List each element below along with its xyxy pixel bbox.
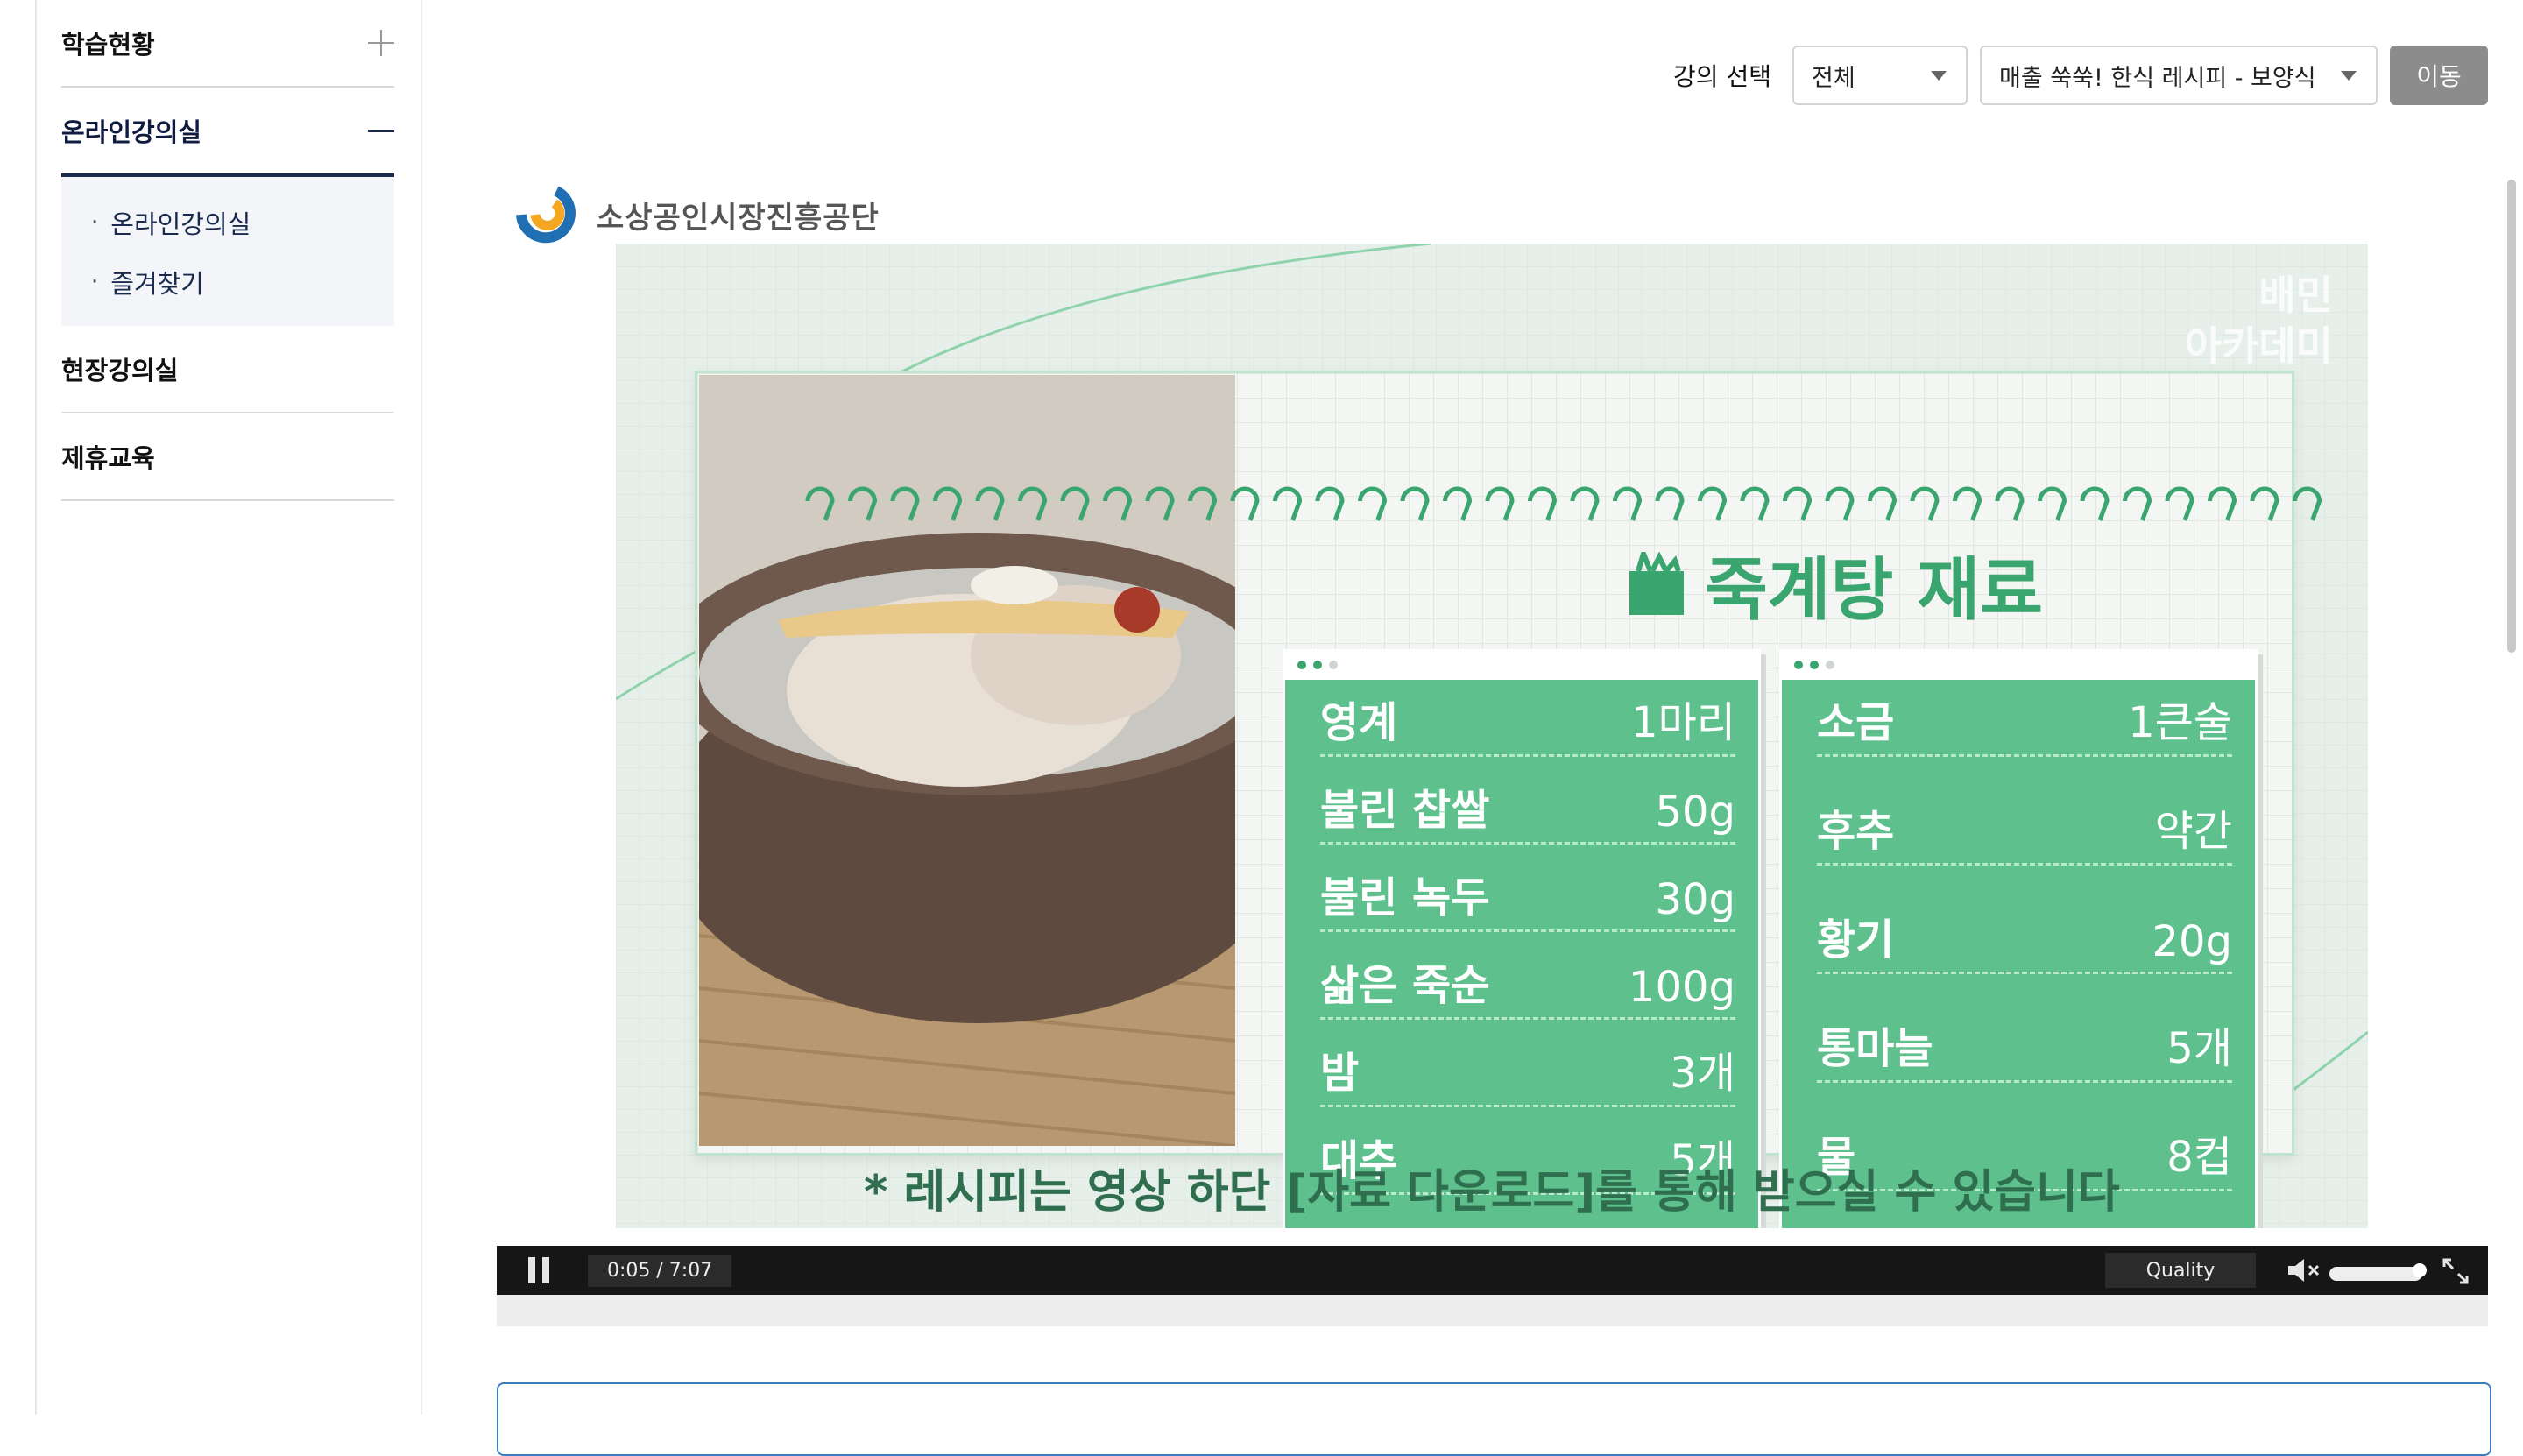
grocery-bag-icon [1629,552,1684,615]
ingredient-row: 소금 1큰술 [1817,678,2232,757]
ingredient-name: 후추 [1817,807,1895,856]
dot-icon [1297,661,1306,669]
ingredient-panel-right: 소금 1큰술 후추 약간 황기 20g 통마늘 5개 물 8컵 [1779,649,2258,1228]
sidebar-submenu: · 온라인강의실 · 즐겨찾기 [61,177,394,326]
sidebar-item-label: 제휴교육 [61,443,155,473]
dot-icon [1794,661,1803,669]
sidebar-item-learning-status[interactable]: 학습현황 [61,0,394,88]
org-logo-icon [516,186,576,244]
panel-header [1285,652,1758,680]
lecture-select-value: 매출 쑥쑥! 한식 레시피 - 보양식 [1999,64,2316,92]
category-select-value: 전체 [1812,64,1855,92]
panel-header [1782,652,2255,680]
plus-icon[interactable] [368,30,394,56]
volume-slider[interactable] [2329,1267,2422,1281]
recipe-title-text: 죽계탕 재료 [1705,551,2043,630]
dot-icon [1810,661,1819,669]
ingredient-name: 삶은 죽순 [1320,961,1490,1010]
chevron-down-icon [2341,71,2357,81]
ingredient-name: 황기 [1817,915,1895,965]
ingredient-name: 불린 찹쌀 [1320,786,1490,835]
ingredient-quantity: 1마리 [1631,698,1735,747]
recipe-title: 죽계탕 재료 [1626,535,2043,633]
chevron-down-icon [1931,71,1947,81]
volume-slider-knob[interactable] [2413,1263,2427,1277]
ingredient-quantity: 5개 [2166,1024,2232,1073]
dot-icon [1826,661,1834,669]
ingredient-quantity: 30g [1655,875,1735,924]
sidebar-item-partner-education[interactable]: 제휴교육 [61,413,394,501]
category-select[interactable]: 전체 [1792,46,1968,105]
ingredient-row: 불린 찹쌀 50g [1320,766,1735,845]
ingredient-quantity: 100g [1628,963,1735,1012]
recipe-card: 죽계탕 재료 영계 1마리불린 찹쌀 50g 불린 녹두 30g 삶은 죽순 100g 밤 3개… [695,371,2322,1228]
ingredient-name: 소금 [1817,698,1895,747]
submenu-item-favorites[interactable]: · 즐겨찾기 [61,252,394,312]
bullet-icon: · [91,269,99,295]
video-player-controls: 0:05 / 7:07 Quality [497,1246,2488,1295]
minus-icon[interactable] [368,117,394,144]
sidebar-item-field-classroom[interactable]: 현장강의실 [61,326,394,413]
org-logo: 소상공인시장진흥공단 [512,186,880,244]
ingredient-name: 통마늘 [1817,1024,1933,1073]
binder-rings [805,486,2322,521]
ingredient-name: 영계 [1320,698,1398,747]
sidebar: 학습현황 온라인강의실 · 온라인강의실 · 즐겨찾기 현장강의실 제휴교육 [61,0,394,501]
quality-button[interactable]: Quality [2105,1253,2256,1288]
ingredient-row: 영계 1마리 [1320,678,1735,757]
ingredient-name: 밤 [1320,1049,1360,1098]
mute-icon[interactable] [2286,1258,2322,1283]
ingredient-panel-left: 영계 1마리 불린 찹쌀 50g 불린 녹두 30g 삶은 죽순 100g 밤 3개 대추 5개 [1283,649,1761,1228]
scrollbar-thumb[interactable] [2507,180,2516,653]
bullet-icon: · [91,209,99,236]
lecture-select-bar: 강의 선택 전체 매출 쑥쑥! 한식 레시피 - 보양식 이동 [1673,44,2488,107]
ingredient-quantity: 약간 [2154,807,2232,856]
sidebar-item-online-classroom[interactable]: 온라인강의실 [61,88,394,177]
video-watermark: 배민 아카데미 [2185,270,2333,371]
progress-area[interactable] [497,1295,2488,1326]
ingredient-quantity: 3개 [1670,1049,1735,1098]
fullscreen-icon[interactable] [2442,1258,2469,1284]
lecture-select[interactable]: 매출 쑥쑥! 한식 레시피 - 보양식 [1980,46,2378,105]
sidebar-item-label: 학습현황 [61,30,155,60]
sidebar-item-label: 온라인강의실 [61,117,202,147]
ingredient-row: 삶은 죽순 100g [1320,941,1735,1020]
submenu-item-online-classroom[interactable]: · 온라인강의실 [61,193,394,252]
ingredient-name: 불린 녹두 [1320,873,1490,922]
org-name: 소상공인시장진흥공단 [597,200,880,236]
pause-icon[interactable] [528,1257,549,1283]
submenu-item-label: 즐겨찾기 [110,269,204,299]
sidebar-divider [420,0,422,1415]
left-edge-line [35,0,37,1415]
ingredient-row: 황기 20g [1817,895,2232,974]
sidebar-item-label: 현장강의실 [61,356,179,385]
lecture-info-box [497,1382,2491,1456]
watermark-line: 배민 [2258,272,2333,319]
video-frame[interactable]: 배민 아카데미 죽계탕 재료 영계 1마리 불린 찹쌀 50g 불린 녹두 30… [616,244,2368,1228]
watermark-line: 아카데미 [2184,322,2333,370]
ingredient-quantity: 50g [1655,788,1735,837]
dot-icon [1313,661,1322,669]
ingredient-quantity: 1큰술 [2128,698,2232,747]
lecture-select-label: 강의 선택 [1673,62,1771,91]
time-display: 0:05 / 7:07 [588,1254,732,1287]
ingredient-row: 밤 3개 [1320,1028,1735,1107]
ingredient-row: 불린 녹두 30g [1320,853,1735,932]
ingredient-row: 후추 약간 [1817,787,2232,866]
submenu-item-label: 온라인강의실 [110,209,251,239]
download-notice: * 레시피는 영상 하단 [자료 다운로드]를 통해 받으실 수 있습니다 [864,1166,2120,1219]
go-button[interactable]: 이동 [2390,46,2488,105]
dot-icon [1329,661,1338,669]
ingredient-row: 통마늘 5개 [1817,1004,2232,1083]
ingredient-quantity: 20g [2152,917,2232,966]
